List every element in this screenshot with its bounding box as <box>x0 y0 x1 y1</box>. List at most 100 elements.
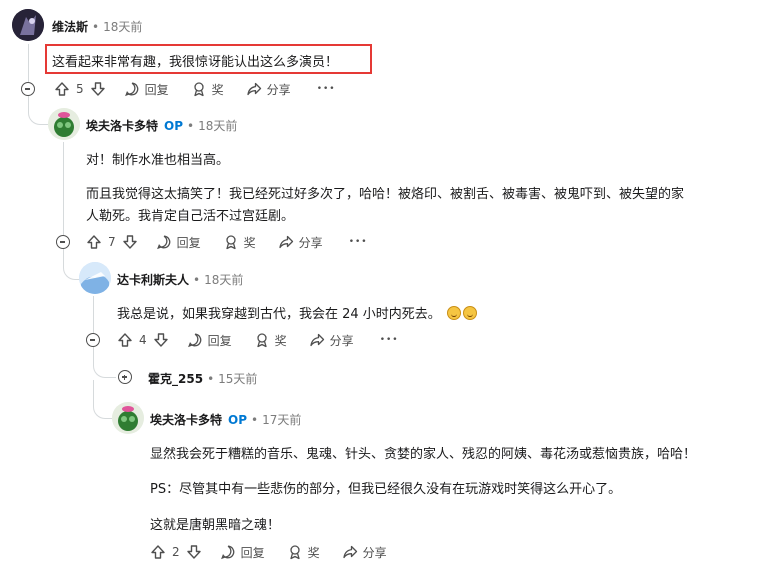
comment-text: 我总是说，如果我穿越到古代，我会在 24 小时内死去。 <box>117 307 441 322</box>
thread-connector <box>28 96 49 125</box>
share-label: 分享 <box>266 82 291 97</box>
downvote-icon <box>90 82 105 96</box>
collapse-thread-button[interactable] <box>86 333 100 347</box>
award-icon <box>226 235 236 250</box>
upvote-icon <box>118 333 132 347</box>
award-label: 奖 <box>243 235 256 250</box>
comment-body-line: 这就是唐朝黑暗之魂！ <box>150 518 281 533</box>
upvote-icon <box>151 545 165 559</box>
upvote-button[interactable] <box>117 332 133 348</box>
reply-label: 回复 <box>240 545 265 560</box>
downvote-icon <box>186 545 201 559</box>
comment-timestamp[interactable]: 15天前 <box>218 370 257 387</box>
downvote-icon <box>122 235 137 249</box>
comment-author[interactable]: 达卡利斯夫人 <box>117 271 189 288</box>
comment-bubble-icon <box>156 235 170 250</box>
meta-separator: • <box>207 371 215 386</box>
downvote-button[interactable] <box>186 544 202 560</box>
comment-timestamp[interactable]: 17天前 <box>262 411 301 428</box>
share-label: 分享 <box>362 545 387 560</box>
collapse-thread-button[interactable] <box>21 82 35 96</box>
upvote-button[interactable] <box>86 234 102 250</box>
reply-label: 回复 <box>207 333 232 348</box>
meta-separator: • <box>92 19 100 34</box>
downvote-button[interactable] <box>90 81 106 97</box>
reply-label: 回复 <box>176 235 201 250</box>
thread-line[interactable] <box>93 296 94 333</box>
share-icon <box>279 235 293 249</box>
award-label: 奖 <box>211 82 224 97</box>
share-label: 分享 <box>298 235 323 250</box>
comment-author[interactable]: 埃夫洛卡多特 <box>150 411 222 428</box>
share-icon <box>310 333 324 347</box>
reply-button[interactable]: 回复 <box>187 332 232 349</box>
vote-score: 5 <box>76 82 84 96</box>
meta-separator: • <box>251 412 259 427</box>
share-icon <box>343 545 357 559</box>
thread-connector <box>93 380 114 419</box>
avatar[interactable] <box>12 9 44 41</box>
avatar[interactable] <box>112 402 144 434</box>
award-button[interactable]: 奖 <box>254 332 287 349</box>
more-options-button[interactable]: ••• <box>317 84 336 94</box>
reply-button[interactable]: 回复 <box>124 81 169 98</box>
comment-meta: 埃夫洛卡多特 OP • 18天前 <box>86 117 237 134</box>
thread-connector <box>63 249 80 280</box>
comment-bubble-icon <box>187 333 201 348</box>
thread-line[interactable] <box>63 142 64 235</box>
vote-score: 7 <box>108 235 116 249</box>
collapse-thread-button[interactable] <box>56 235 70 249</box>
reply-button[interactable]: 回复 <box>220 544 265 561</box>
award-icon <box>194 82 204 97</box>
downvote-button[interactable] <box>122 234 138 250</box>
award-button[interactable]: 奖 <box>191 81 224 98</box>
comment-body: 这看起来非常有趣，我很惊讶能认出这么多演员！ <box>52 55 339 70</box>
upvote-button[interactable] <box>150 544 166 560</box>
thread-line[interactable] <box>28 44 29 82</box>
downvote-icon <box>153 333 168 347</box>
award-button[interactable]: 奖 <box>223 234 256 251</box>
avatar[interactable] <box>79 262 111 294</box>
award-button[interactable]: 奖 <box>287 544 320 561</box>
meta-separator: • <box>187 118 195 133</box>
comment-author[interactable]: 埃夫洛卡多特 <box>86 117 158 134</box>
thread-connector <box>93 347 116 378</box>
more-options-button[interactable]: ••• <box>380 335 399 345</box>
comment-body-line: PS：尽管其中有一些悲伤的部分，但我已经很久没有在玩游戏时笑得这么开心了。 <box>150 482 622 497</box>
comment-actions: 2 回复 奖 分享 <box>150 542 387 562</box>
downvote-button[interactable] <box>153 332 169 348</box>
avatar[interactable] <box>48 108 80 140</box>
share-button[interactable]: 分享 <box>246 81 291 98</box>
comment-actions: 4 回复 奖 分享 ••• <box>117 330 399 350</box>
share-button[interactable]: 分享 <box>342 544 387 561</box>
upvote-icon <box>55 82 69 96</box>
comment-body: 我总是说，如果我穿越到古代，我会在 24 小时内死去。 <box>117 303 477 322</box>
comment-actions: 5 回复 奖 分享 ••• <box>54 79 336 99</box>
comment-timestamp[interactable]: 18天前 <box>204 271 243 288</box>
more-options-button[interactable]: ••• <box>349 237 368 247</box>
reply-button[interactable]: 回复 <box>156 234 201 251</box>
op-badge: OP <box>164 118 184 133</box>
comment-author[interactable]: 霍克_255 <box>148 370 203 387</box>
collapsed-comment-meta[interactable]: 霍克_255 • 15天前 <box>148 370 257 387</box>
comment-timestamp[interactable]: 18天前 <box>103 18 142 35</box>
comment-body-line: 对！制作水准也相当高。 <box>86 153 230 168</box>
expand-thread-button[interactable] <box>118 370 132 384</box>
share-button[interactable]: 分享 <box>278 234 323 251</box>
comment-bubble-icon <box>220 545 234 560</box>
comment-author[interactable]: 维法斯 <box>52 18 88 35</box>
comment-meta: 埃夫洛卡多特 OP • 17天前 <box>150 411 301 428</box>
share-icon <box>247 82 261 96</box>
comment-body-line: 显然我会死于糟糕的音乐、鬼魂、针头、贪婪的家人、残忍的阿姨、毒花汤或惹恼贵族，哈… <box>150 447 697 462</box>
comment-body-line: 人勒死。我肯定自己活不过宫廷剧。 <box>86 209 295 224</box>
upvote-button[interactable] <box>54 81 70 97</box>
award-label: 奖 <box>274 333 287 348</box>
rofl-emoji <box>446 306 461 320</box>
comment-timestamp[interactable]: 18天前 <box>198 117 237 134</box>
share-button[interactable]: 分享 <box>309 332 354 349</box>
award-label: 奖 <box>307 545 320 560</box>
vote-score: 2 <box>172 545 180 559</box>
comment-meta: 达卡利斯夫人 • 18天前 <box>117 271 243 288</box>
op-badge: OP <box>228 412 248 427</box>
reply-label: 回复 <box>144 82 169 97</box>
